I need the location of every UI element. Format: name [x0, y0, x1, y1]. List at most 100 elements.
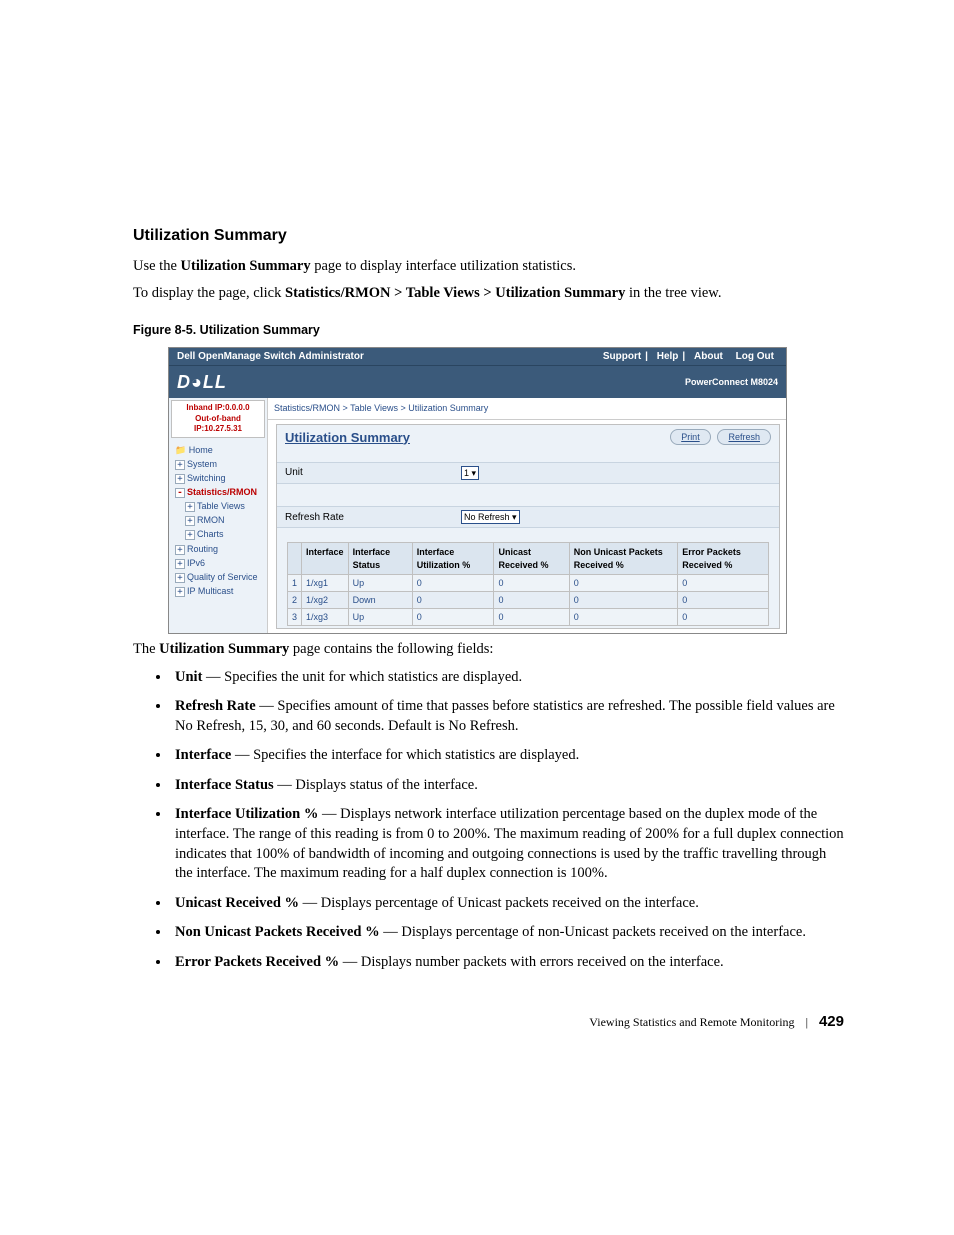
table-row: 21/xg2Down0000: [288, 591, 769, 608]
field-desc: — Displays percentage of Unicast packets…: [299, 895, 699, 911]
outofband-ip: Out-of-band IP:10.27.5.31: [174, 414, 262, 435]
text: in the tree view.: [625, 285, 721, 301]
refresh-button[interactable]: Refresh: [717, 429, 771, 445]
tree-home[interactable]: 📁 Home: [171, 443, 265, 457]
table-cell: 0: [678, 608, 769, 625]
text: page to display interface utilization st…: [311, 258, 576, 274]
howto-paragraph: To display the page, click Statistics/RM…: [133, 284, 844, 304]
field-name: Non Unicast Packets Received %: [175, 924, 380, 940]
collapse-icon[interactable]: -: [175, 488, 185, 498]
refresh-rate-select[interactable]: No Refresh ▾: [461, 510, 520, 524]
list-item: Interface Status — Displays status of th…: [171, 776, 844, 796]
field-name: Unicast Received %: [175, 895, 299, 911]
unit-row: Unit 1 ▾: [277, 462, 779, 484]
field-name: Error Packets Received %: [175, 954, 339, 970]
expand-icon[interactable]: +: [175, 559, 185, 569]
tree-system[interactable]: +System: [171, 457, 265, 471]
list-item: Unicast Received % — Displays percentage…: [171, 894, 844, 914]
tree-table-views[interactable]: +Table Views: [171, 499, 265, 513]
expand-icon[interactable]: +: [175, 545, 185, 555]
screenshot-figure: Dell OpenManage Switch Administrator Sup…: [168, 347, 787, 634]
window-titlebar: Dell OpenManage Switch Administrator Sup…: [169, 348, 786, 366]
after-figure-paragraph: The Utilization Summary page contains th…: [133, 640, 844, 660]
field-name: Interface Utilization %: [175, 806, 318, 822]
table-cell: 1: [288, 574, 302, 591]
tree-routing[interactable]: +Routing: [171, 542, 265, 556]
table-row: 31/xg3Up0000: [288, 608, 769, 625]
utilization-panel: Utilization Summary Print Refresh Unit 1…: [276, 424, 780, 630]
logout-link[interactable]: Log Out: [732, 351, 778, 362]
unit-select[interactable]: 1 ▾: [461, 466, 479, 480]
table-cell: 2: [288, 591, 302, 608]
select-value: No Refresh: [464, 512, 510, 522]
expand-icon[interactable]: +: [185, 502, 195, 512]
expand-icon[interactable]: +: [175, 573, 185, 583]
col-interface-utilization: Interface Utilization %: [412, 543, 494, 574]
table-header-row: Interface Interface Status Interface Uti…: [288, 543, 769, 574]
intro-paragraph: Use the Utilization Summary page to disp…: [133, 257, 844, 277]
tree-ipmulticast[interactable]: +IP Multicast: [171, 584, 265, 598]
table-cell: 1/xg2: [302, 591, 349, 608]
tree-label: Table Views: [197, 501, 245, 511]
tree-label: IP Multicast: [187, 586, 233, 596]
refresh-rate-row: Refresh Rate No Refresh ▾: [277, 506, 779, 528]
table-cell: 0: [569, 574, 678, 591]
field-desc: — Displays status of the interface.: [274, 777, 478, 793]
tree-charts[interactable]: +Charts: [171, 527, 265, 541]
table-cell: 0: [494, 591, 569, 608]
about-link[interactable]: About: [690, 351, 727, 362]
figure-caption: Figure 8-5. Utilization Summary: [133, 322, 844, 339]
table-cell: 1/xg3: [302, 608, 349, 625]
col-interface-status: Interface Status: [348, 543, 412, 574]
table-cell: 0: [494, 574, 569, 591]
table-cell: 0: [678, 574, 769, 591]
text: Utilization Summary: [159, 641, 289, 657]
expand-icon[interactable]: +: [185, 530, 195, 540]
col-unicast-received: Unicast Received %: [494, 543, 569, 574]
inband-ip: Inband IP:0.0.0.0: [174, 403, 262, 413]
table-cell: Up: [348, 574, 412, 591]
field-desc: — Specifies the interface for which stat…: [231, 747, 579, 763]
table-row: 11/xg1Up0000: [288, 574, 769, 591]
list-item: Error Packets Received % — Displays numb…: [171, 953, 844, 973]
support-link[interactable]: Support: [599, 351, 645, 362]
col-error-packets-received: Error Packets Received %: [678, 543, 769, 574]
tree-switching[interactable]: +Switching: [171, 471, 265, 485]
footer-divider: |: [806, 1015, 808, 1029]
expand-icon[interactable]: +: [185, 516, 195, 526]
tree-label: Quality of Service: [187, 572, 258, 582]
print-button[interactable]: Print: [670, 429, 711, 445]
logo-bar: D◕LL PowerConnect M8024: [169, 365, 786, 398]
footer-chapter: Viewing Statistics and Remote Monitoring: [589, 1015, 794, 1029]
dell-logo: D◕LL: [177, 370, 227, 394]
page-number: 429: [819, 1013, 844, 1030]
nav-tree: 📁 Home +System +Switching -Statistics/RM…: [169, 440, 267, 602]
tree-ipv6[interactable]: +IPv6: [171, 556, 265, 570]
table-cell: 0: [412, 608, 494, 625]
field-desc: — Displays percentage of non-Unicast pac…: [380, 924, 806, 940]
table-cell: 1/xg1: [302, 574, 349, 591]
text: Use the: [133, 258, 181, 274]
breadcrumb: Statistics/RMON > Table Views > Utilizat…: [268, 398, 786, 419]
expand-icon[interactable]: +: [175, 460, 185, 470]
field-desc: — Specifies the unit for which statistic…: [202, 669, 522, 685]
ip-info-box: Inband IP:0.0.0.0 Out-of-band IP:10.27.5…: [171, 400, 265, 437]
tree-rmon[interactable]: +RMON: [171, 513, 265, 527]
header-links: Support| Help| About Log Out: [597, 350, 778, 364]
tree-label: Switching: [187, 473, 226, 483]
tree-label: Home: [189, 445, 213, 455]
expand-icon[interactable]: +: [175, 474, 185, 484]
utilization-table: Interface Interface Status Interface Uti…: [287, 542, 769, 626]
table-cell: 0: [569, 591, 678, 608]
tree-statistics-rmon[interactable]: -Statistics/RMON: [171, 485, 265, 499]
field-name: Interface Status: [175, 777, 274, 793]
table-cell: 0: [569, 608, 678, 625]
expand-icon[interactable]: +: [175, 587, 185, 597]
list-item: Interface Utilization % — Displays netwo…: [171, 805, 844, 883]
table-cell: Up: [348, 608, 412, 625]
help-link[interactable]: Help: [653, 351, 683, 362]
text: Statistics/RMON > Table Views > Utilizat…: [285, 285, 625, 301]
select-value: 1: [464, 468, 469, 478]
tree-qos[interactable]: +Quality of Service: [171, 570, 265, 584]
page-footer: Viewing Statistics and Remote Monitoring…: [133, 1012, 844, 1032]
